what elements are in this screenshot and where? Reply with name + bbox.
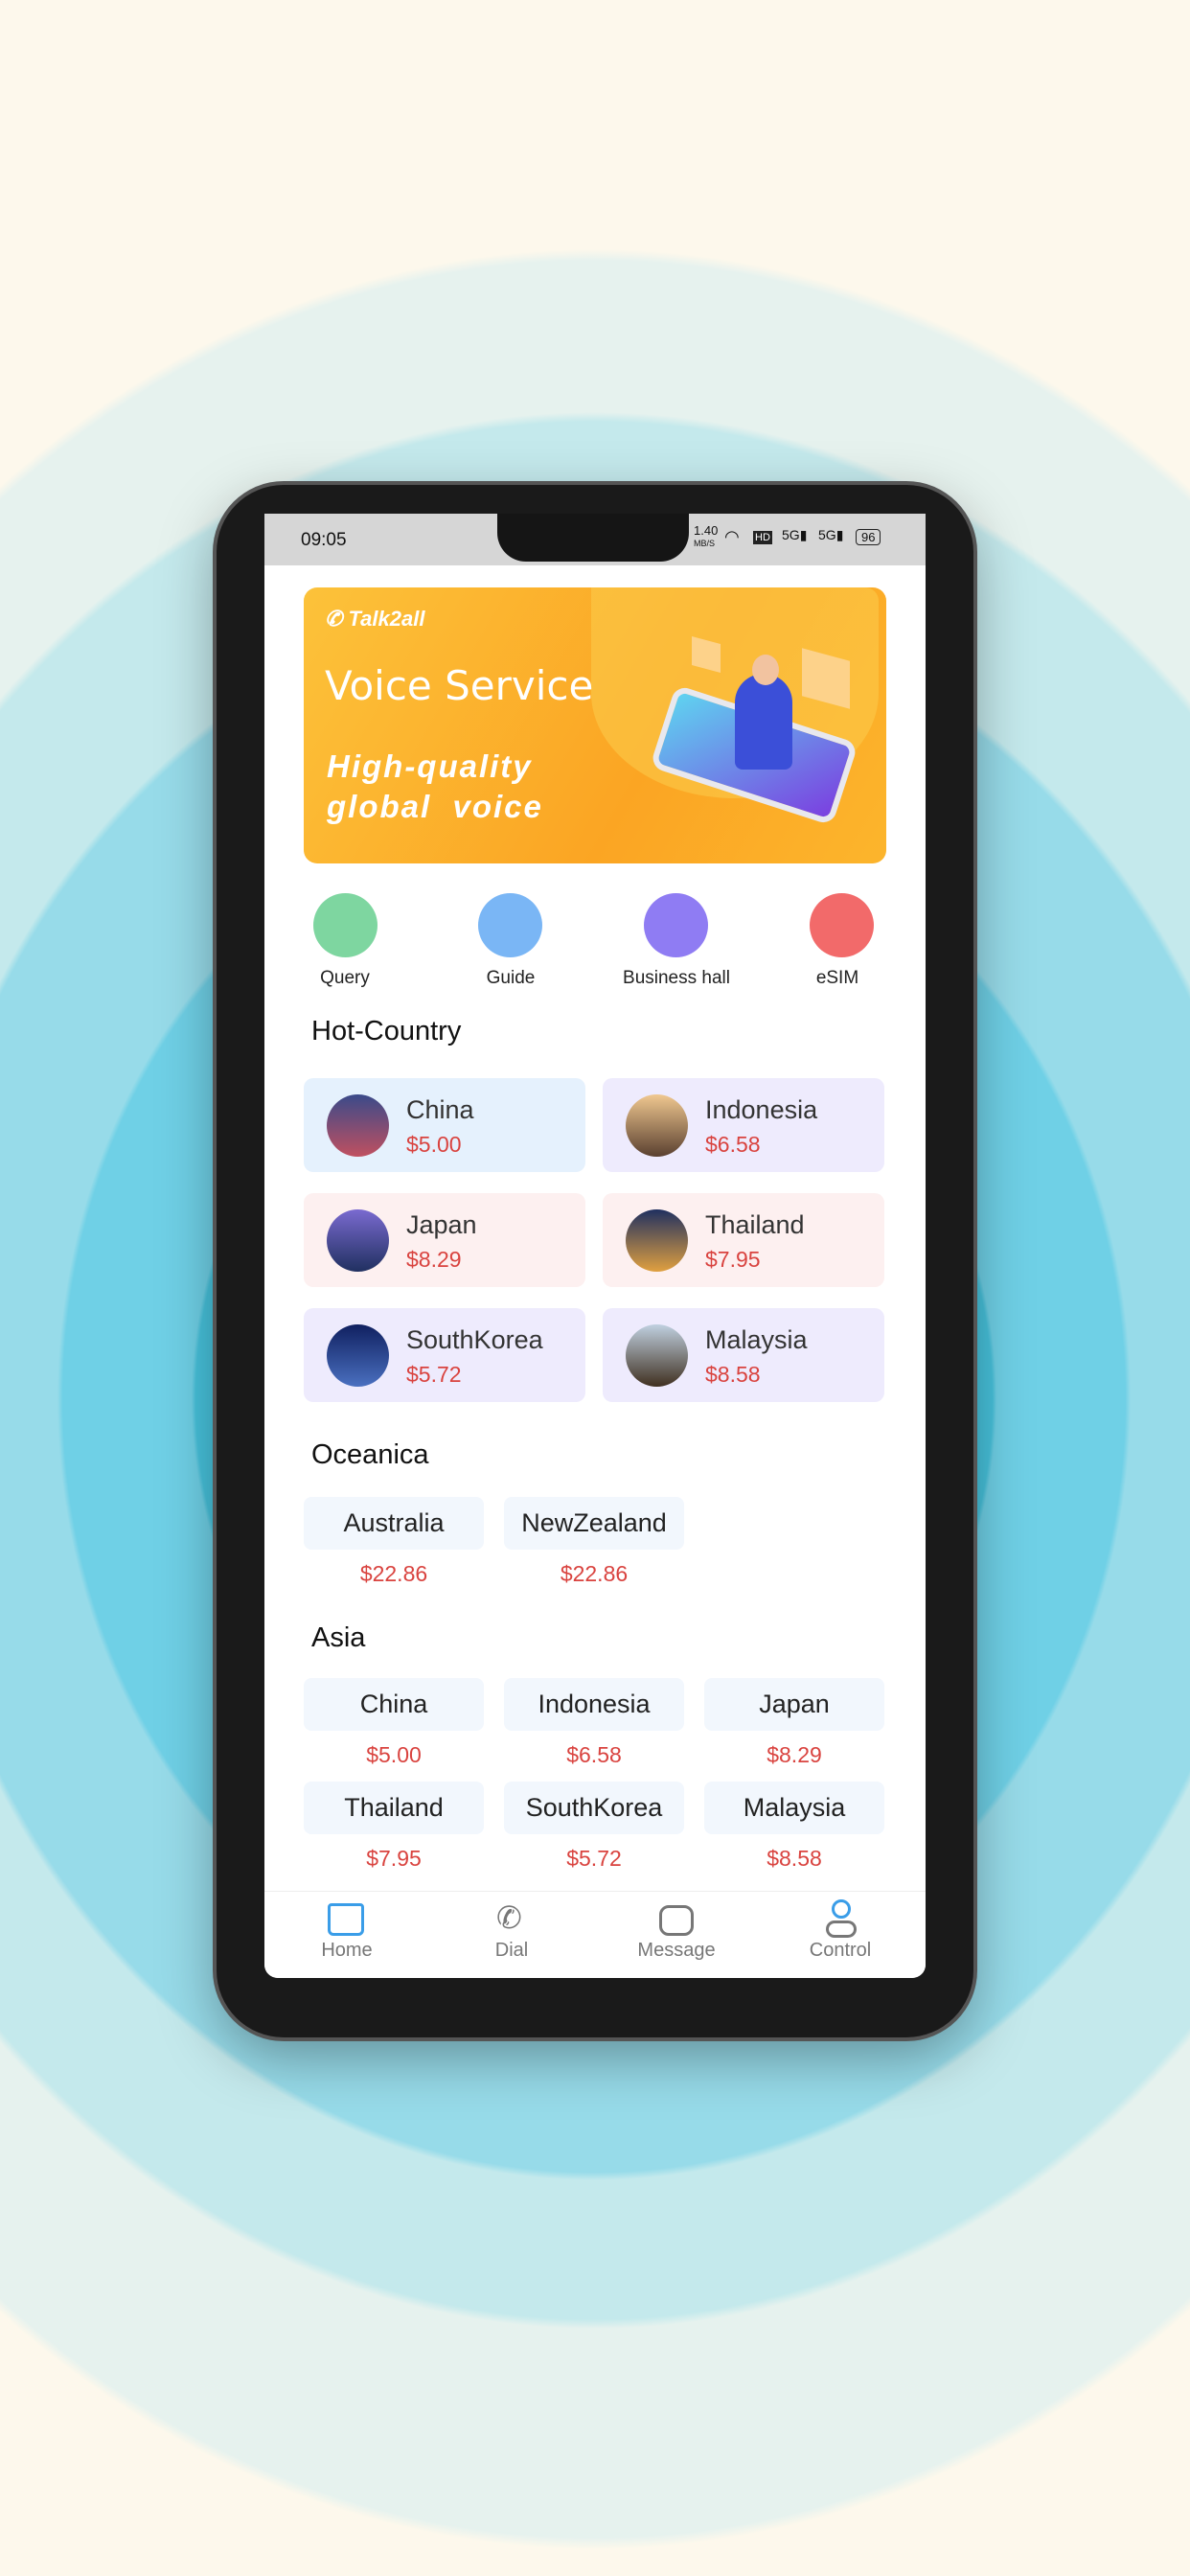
- quick-action-label: Business hall: [623, 968, 730, 988]
- status-time: 09:05: [301, 530, 347, 550]
- country-price: $5.00: [406, 1132, 462, 1157]
- nav-control[interactable]: Control: [759, 1892, 922, 1979]
- nav-label: Message: [637, 1940, 716, 1961]
- country-price: $5.00: [366, 1742, 422, 1767]
- hot-country-card[interactable]: SouthKorea $5.72: [304, 1308, 585, 1402]
- message-icon: [659, 1905, 694, 1936]
- phone-icon: ✆: [496, 1900, 522, 1935]
- hd-icon: HD: [753, 531, 772, 544]
- country-price: $7.95: [366, 1846, 422, 1871]
- country-price: $6.58: [705, 1132, 761, 1157]
- country-photo: [327, 1209, 389, 1272]
- agent-illustration: [735, 674, 792, 770]
- country-price: $6.58: [566, 1742, 622, 1767]
- country-price: $8.29: [406, 1247, 462, 1272]
- country-chip[interactable]: Japan: [704, 1678, 884, 1731]
- banner-title: Voice Service: [325, 662, 594, 709]
- quick-action-label: eSIM: [815, 968, 859, 988]
- country-photo: [327, 1324, 389, 1387]
- country-chip[interactable]: NewZealand: [504, 1497, 684, 1550]
- wifi-icon: ◠: [724, 527, 740, 546]
- country-price: $22.86: [359, 1561, 428, 1586]
- nav-dial[interactable]: ✆ Dial: [429, 1892, 594, 1979]
- country-photo: [626, 1324, 688, 1387]
- section-title-hot-country: Hot-Country: [311, 1016, 462, 1046]
- network-speed: 1.40 MB/S: [694, 523, 719, 549]
- hot-country-card[interactable]: Japan $8.29: [304, 1193, 585, 1287]
- brand-logo: ✆ Talk2all: [325, 607, 425, 631]
- nav-label: Dial: [494, 1940, 529, 1961]
- country-photo: [626, 1094, 688, 1157]
- hot-country-card[interactable]: Indonesia $6.58: [603, 1078, 884, 1172]
- promo-banner[interactable]: ✆ Talk2all Voice Service High-quality gl…: [304, 587, 886, 863]
- country-name: Thailand: [705, 1210, 805, 1239]
- country-price: $22.86: [560, 1561, 629, 1586]
- banner-subtitle-2: global voice: [327, 789, 543, 824]
- hot-country-card[interactable]: China $5.00: [304, 1078, 585, 1172]
- banner-subtitle-1: High-quality: [327, 748, 533, 784]
- sim-card-icon: [810, 893, 874, 957]
- country-price: $8.29: [767, 1742, 822, 1767]
- camera-notch: [497, 514, 689, 562]
- home-icon: [328, 1903, 364, 1936]
- country-chip[interactable]: China: [304, 1678, 484, 1731]
- speed-unit: MB/S: [694, 539, 716, 548]
- speed-value: 1.40: [694, 523, 719, 538]
- country-name: Japan: [406, 1210, 477, 1239]
- hot-country-card[interactable]: Malaysia $8.58: [603, 1308, 884, 1402]
- battery-indicator: 96: [856, 529, 881, 545]
- section-title-asia: Asia: [311, 1622, 366, 1653]
- country-price: $5.72: [406, 1362, 462, 1387]
- signal-icon: 5G▮: [782, 527, 808, 542]
- user-icon-body: [826, 1920, 857, 1938]
- country-price: $8.58: [767, 1846, 822, 1871]
- quick-action-label: Guide: [486, 968, 536, 988]
- country-name: Malaysia: [705, 1325, 808, 1354]
- search-icon: [313, 893, 378, 957]
- store-icon: [644, 893, 708, 957]
- quick-action-label: Query: [320, 968, 370, 988]
- app-screen: 09:05 1.40 MB/S ◠ HD 5G▮ 5G▮ 96 ✆ Talk2al…: [264, 514, 926, 1978]
- country-name: Indonesia: [705, 1095, 818, 1124]
- nav-label: Control: [809, 1940, 872, 1961]
- signal-icon: 5G▮: [818, 527, 844, 542]
- bottom-nav: Home ✆ Dial Message Control: [264, 1891, 926, 1978]
- nav-message[interactable]: Message: [594, 1892, 759, 1979]
- country-chip[interactable]: Thailand: [304, 1782, 484, 1834]
- document-icon: [478, 893, 542, 957]
- status-bar: 09:05 1.40 MB/S ◠ HD 5G▮ 5G▮ 96: [264, 514, 926, 565]
- country-chip[interactable]: SouthKorea: [504, 1782, 684, 1834]
- country-name: China: [406, 1095, 474, 1124]
- country-price: $5.72: [566, 1846, 622, 1871]
- country-photo: [626, 1209, 688, 1272]
- country-chip[interactable]: Australia: [304, 1497, 484, 1550]
- nav-home[interactable]: Home: [264, 1892, 429, 1979]
- country-chip[interactable]: Malaysia: [704, 1782, 884, 1834]
- hot-country-card[interactable]: Thailand $7.95: [603, 1193, 884, 1287]
- user-icon: [832, 1899, 851, 1919]
- country-photo: [327, 1094, 389, 1157]
- country-price: $7.95: [705, 1247, 761, 1272]
- country-name: SouthKorea: [406, 1325, 543, 1354]
- section-title-oceanica: Oceanica: [311, 1439, 429, 1470]
- nav-label: Home: [321, 1940, 373, 1961]
- country-price: $8.58: [705, 1362, 761, 1387]
- country-chip[interactable]: Indonesia: [504, 1678, 684, 1731]
- agent-head: [752, 655, 779, 685]
